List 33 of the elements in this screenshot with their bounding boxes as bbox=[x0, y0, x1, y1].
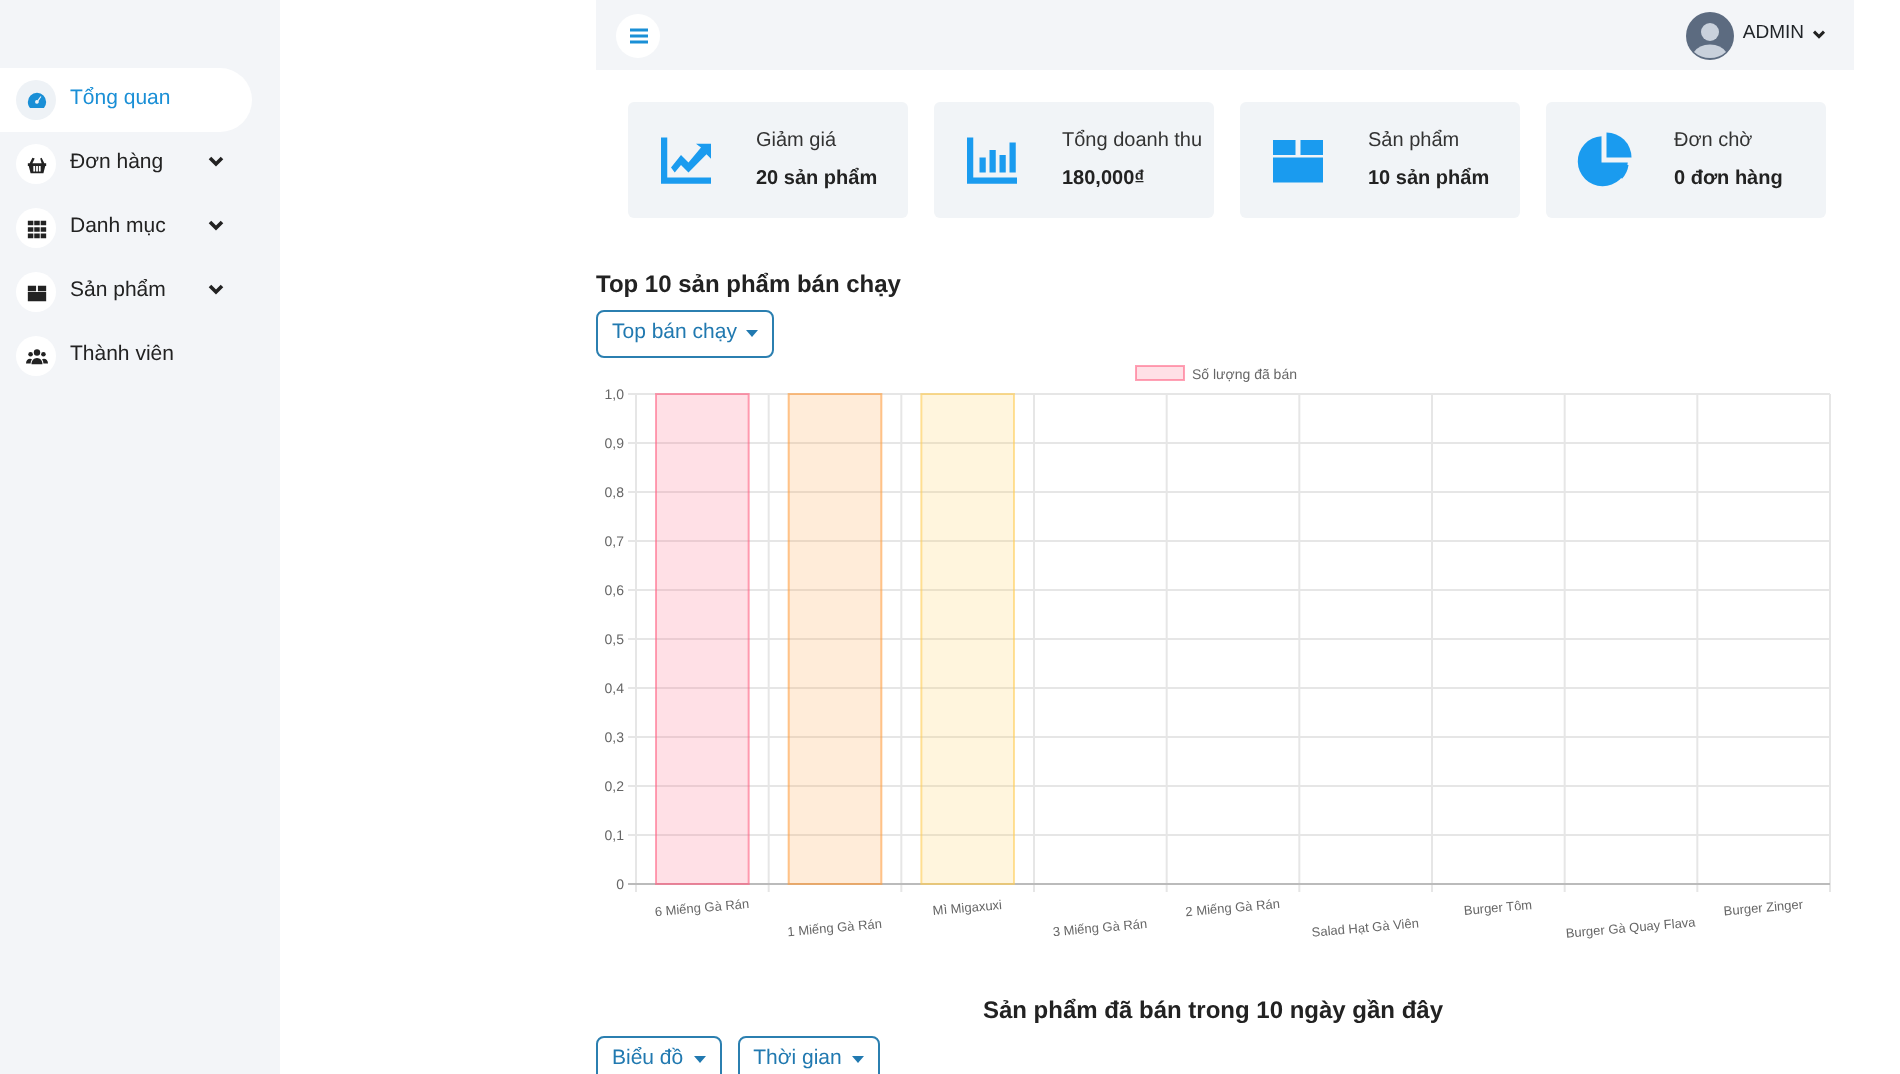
stat-label: Đơn chờ bbox=[1674, 128, 1755, 156]
sidebar-item[interactable]: Thành viên bbox=[0, 324, 252, 388]
stat-value: 0 đơn hàng bbox=[1674, 166, 1783, 194]
section-title: Top 10 sản phẩm bán chạy bbox=[596, 268, 903, 302]
caret-icon bbox=[851, 1055, 864, 1064]
user-menu[interactable]: ADMIN bbox=[1742, 20, 1826, 50]
chevron-down-icon bbox=[1812, 30, 1826, 40]
avatar-icon bbox=[1686, 11, 1735, 59]
users-icon bbox=[25, 345, 47, 367]
sidebar-item[interactable]: Đơn hàng bbox=[0, 132, 252, 196]
grid-icon bbox=[25, 217, 47, 239]
menu-button[interactable] bbox=[616, 13, 660, 57]
stat-label: Tổng doanh thu bbox=[1062, 127, 1203, 156]
dropdown-button[interactable]: Thời gian bbox=[737, 1035, 880, 1074]
stat-value: 180,000₫ bbox=[1062, 166, 1147, 194]
section-title: Sản phẩm đã bán trong 10 ngày gần đây bbox=[980, 993, 1446, 1028]
stat-value: 10 sản phẩm bbox=[1368, 165, 1490, 194]
box-icon bbox=[25, 281, 47, 303]
sidebar-item[interactable]: Sản phẩm bbox=[0, 260, 252, 324]
sidebar-item[interactable]: Danh mục bbox=[0, 196, 252, 260]
menu-icon bbox=[629, 27, 647, 43]
sidebar-item[interactable]: Tổng quan bbox=[0, 68, 252, 132]
caret-icon bbox=[693, 1055, 706, 1064]
legend-swatch bbox=[1135, 364, 1185, 381]
stat-label: Sản phẩm bbox=[1368, 127, 1462, 156]
basket-icon bbox=[25, 153, 47, 175]
pie-chart-icon bbox=[1574, 130, 1634, 190]
stat-label: Giảm giá bbox=[756, 128, 839, 156]
caret-icon bbox=[746, 329, 759, 338]
stat-value: 20 sản phẩm bbox=[756, 165, 878, 194]
dropdown-button[interactable]: Top bán chạy bbox=[596, 310, 775, 358]
gauge-icon bbox=[25, 89, 47, 111]
dropdown-button[interactable]: Biểu đồ bbox=[596, 1035, 722, 1074]
